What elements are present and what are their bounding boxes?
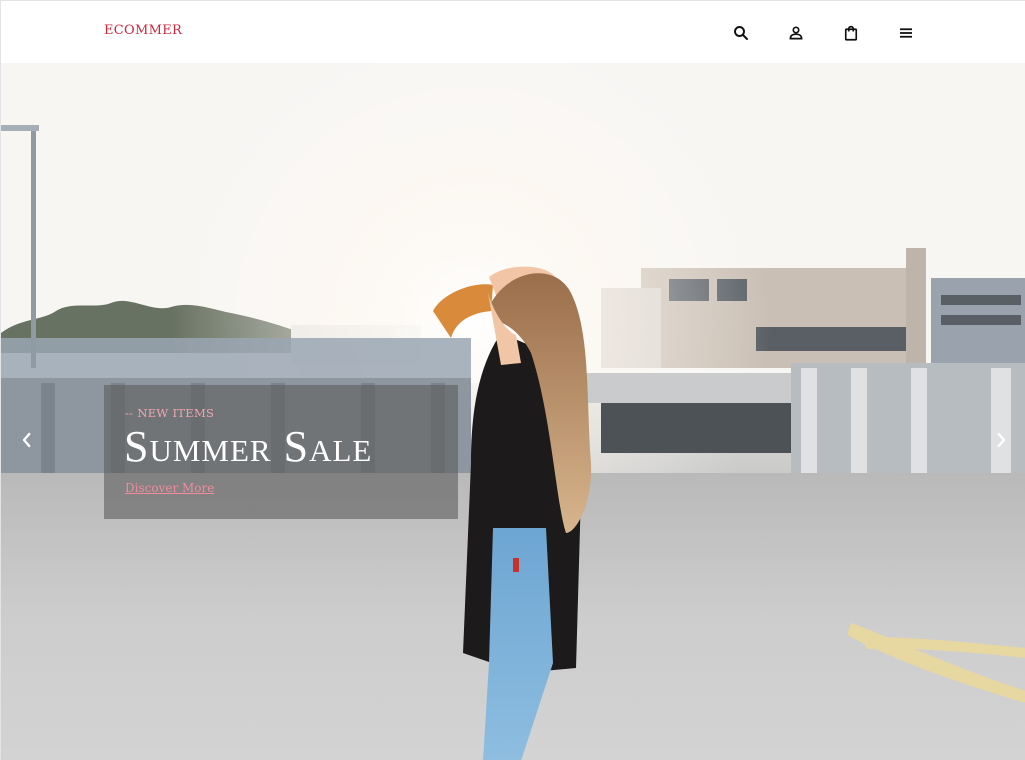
shopping-bag-icon[interactable] xyxy=(841,23,861,43)
chevron-left-icon xyxy=(22,432,31,448)
hero-slider: -- NEW ITEMS Summer Sale Discover More xyxy=(1,63,1025,760)
slider-next-button[interactable] xyxy=(989,428,1013,452)
page: ECOMMER -- NEW ITEMS Summer Sale Discove… xyxy=(0,0,1025,760)
menu-icon[interactable] xyxy=(896,23,916,43)
site-logo[interactable]: ECOMMER xyxy=(104,23,182,38)
chevron-right-icon xyxy=(997,432,1006,448)
site-header: ECOMMER xyxy=(1,1,1025,63)
caption-title: Summer Sale xyxy=(124,422,373,471)
discover-more-link[interactable]: Discover More xyxy=(125,481,214,495)
slide-caption: -- NEW ITEMS Summer Sale Discover More xyxy=(104,385,458,519)
account-icon[interactable] xyxy=(786,23,806,43)
caption-kicker: -- NEW ITEMS xyxy=(125,406,215,420)
search-icon[interactable] xyxy=(731,23,751,43)
slider-prev-button[interactable] xyxy=(15,428,39,452)
